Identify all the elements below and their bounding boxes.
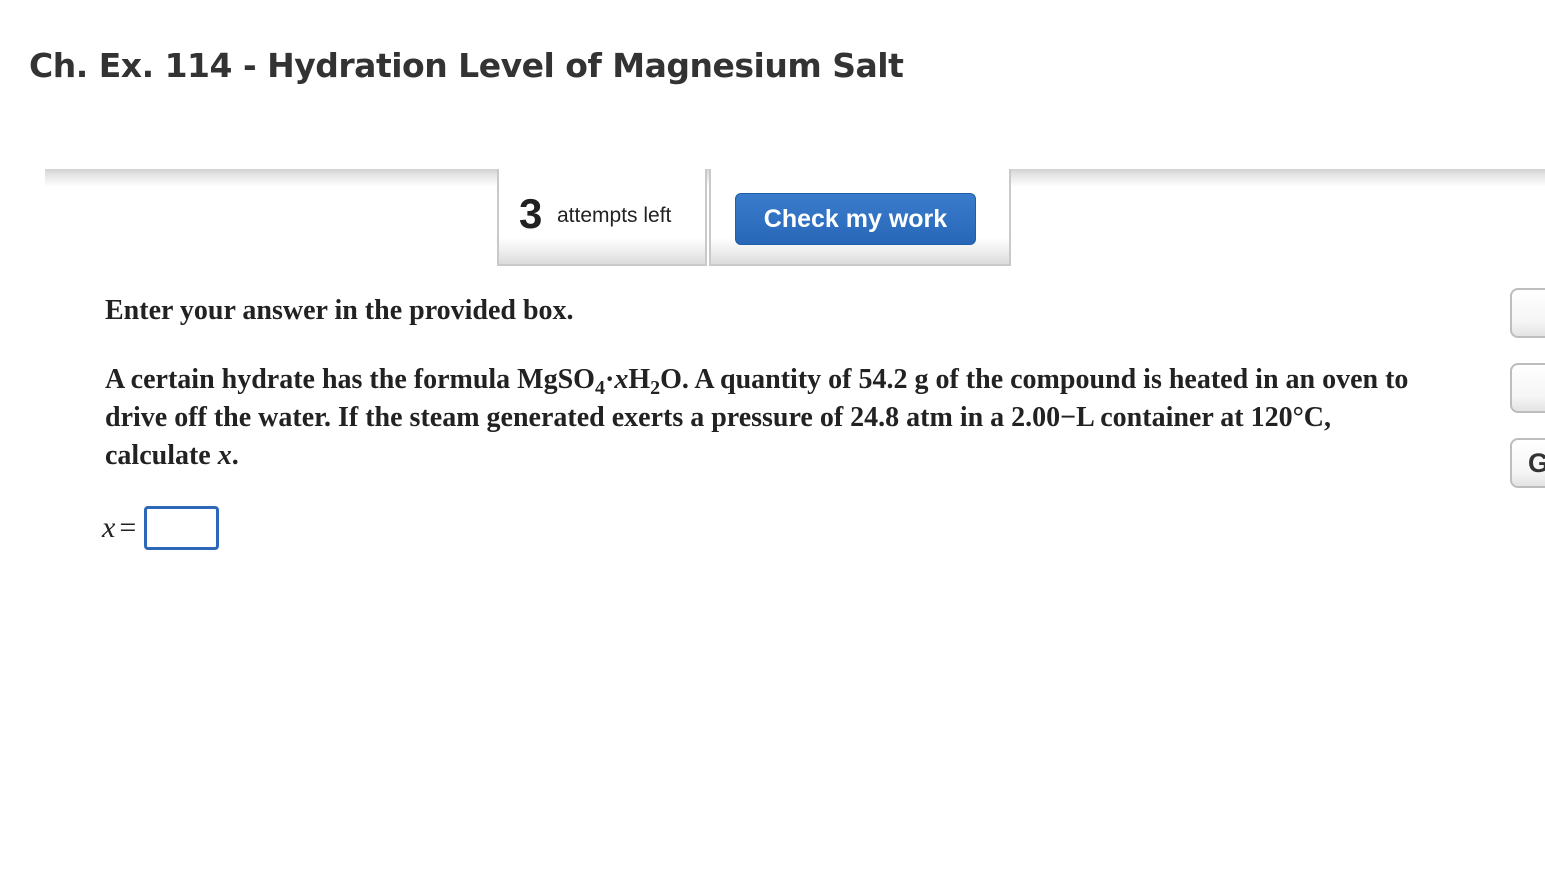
variable-x: x <box>217 440 232 471</box>
problem-text-part: A certain hydrate has the formula MgSO <box>105 364 595 395</box>
side-tab-label: G <box>1528 448 1545 478</box>
check-my-work-button[interactable]: Check my work <box>735 193 976 245</box>
side-tab-3[interactable]: G <box>1510 438 1545 488</box>
problem-text-part: H <box>628 364 651 395</box>
problem-text-part: . <box>231 440 239 471</box>
attempts-count: 3 <box>519 190 543 237</box>
page-title: Ch. Ex. 114 - Hydration Level of Magnesi… <box>29 46 904 85</box>
answer-input[interactable] <box>144 506 220 550</box>
equals-sign: = <box>119 511 137 544</box>
problem-text: A certain hydrate has the formula MgSO4·… <box>105 361 1415 475</box>
answer-row: x = <box>102 505 220 551</box>
check-panel: Check my work <box>709 169 1011 266</box>
subscript-2: 2 <box>650 377 661 399</box>
attempts-label: attempts left <box>557 204 672 227</box>
attempts-panel: 3 attempts left <box>497 169 707 266</box>
side-tab-2[interactable] <box>1510 363 1545 413</box>
answer-label: x <box>102 511 116 544</box>
dot-separator: · <box>604 364 615 395</box>
variable-x: x <box>614 364 629 395</box>
instructions-text: Enter your answer in the provided box. <box>105 295 574 326</box>
side-tab-1[interactable] <box>1510 288 1545 338</box>
subscript-4: 4 <box>594 377 605 399</box>
